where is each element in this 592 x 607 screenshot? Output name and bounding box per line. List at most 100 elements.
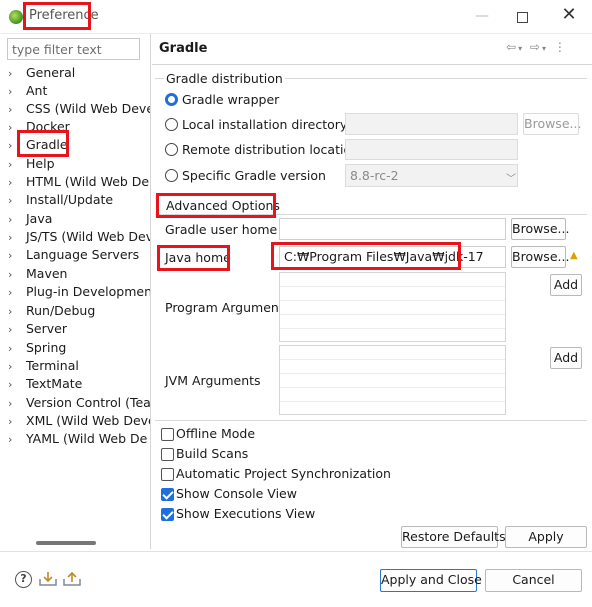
tree-item-java[interactable]: › Java xyxy=(8,210,52,228)
apply-and-close-button[interactable]: Apply and Close xyxy=(380,569,482,592)
radio-specific-version[interactable] xyxy=(165,169,178,182)
tree-item-help[interactable]: › Help xyxy=(8,155,55,173)
checkbox-build-scans[interactable] xyxy=(161,448,174,461)
tree-item-ant[interactable]: › Ant xyxy=(8,82,47,100)
preference-tree: › General › Ant › CSS (Wild Web Deve › Docke… xyxy=(0,62,150,547)
back-arrow-icon[interactable]: ⇦ xyxy=(506,40,518,54)
jvm-arguments-list[interactable] xyxy=(279,345,506,415)
radio-local-installation[interactable] xyxy=(165,118,178,131)
chevron-right-icon: › xyxy=(8,121,13,134)
tree-item-textmate[interactable]: › TextMate xyxy=(8,375,82,393)
label-offline-mode[interactable]: Offline Mode xyxy=(176,426,255,441)
list-row xyxy=(280,374,505,388)
chevron-right-icon: › xyxy=(8,433,13,446)
gradle-version-select[interactable]: 8.8-rc-2 xyxy=(345,164,518,187)
tree-item-general[interactable]: › General xyxy=(8,64,75,82)
eclipse-app-icon xyxy=(9,10,23,24)
chevron-right-icon: › xyxy=(8,249,13,262)
add-jvm-argument-button[interactable]: Add xyxy=(550,347,582,369)
radio-remote-distribution[interactable] xyxy=(165,143,178,156)
tree-item-xml[interactable]: › XML (Wild Web Deve xyxy=(8,412,150,430)
tree-horizontal-scrollbar[interactable] xyxy=(36,541,96,545)
chevron-right-icon: › xyxy=(8,286,13,299)
list-row xyxy=(280,346,505,360)
checkbox-show-console-view[interactable] xyxy=(161,488,174,501)
chevron-right-icon: › xyxy=(8,139,13,152)
tree-item-jsts[interactable]: › JS/TS (Wild Web Dev xyxy=(8,228,150,246)
chevron-right-icon: › xyxy=(8,231,13,244)
add-program-argument-button[interactable]: Add xyxy=(550,274,582,296)
forward-arrow-icon[interactable]: ⇨ xyxy=(530,40,542,54)
minimize-button[interactable]: — xyxy=(475,8,489,24)
maximize-button[interactable] xyxy=(513,8,531,26)
browse-user-home-button[interactable]: Browse... xyxy=(511,218,569,240)
help-icon[interactable]: ? xyxy=(15,571,32,588)
list-row xyxy=(280,301,505,315)
pane-divider[interactable] xyxy=(150,34,151,549)
view-menu-icon[interactable]: ⋮ xyxy=(554,40,568,54)
import-icon[interactable] xyxy=(39,571,57,587)
chevron-right-icon: › xyxy=(8,415,13,428)
remote-location-input[interactable] xyxy=(345,139,518,160)
label-auto-sync[interactable]: Automatic Project Synchronization xyxy=(176,466,391,481)
tree-item-server[interactable]: › Server xyxy=(8,320,67,338)
advanced-options-legend: Advanced Options xyxy=(164,198,282,213)
tree-item-run-debug[interactable]: › Run/Debug xyxy=(8,302,95,320)
back-menu-chevron-icon[interactable]: ▾ xyxy=(518,44,524,53)
list-row xyxy=(280,315,505,329)
label-program-arguments: Program Arguments xyxy=(165,300,291,315)
tree-item-docker[interactable]: › Docker xyxy=(8,118,70,136)
tree-item-language-servers[interactable]: › Language Servers xyxy=(8,246,139,264)
checkbox-auto-sync[interactable] xyxy=(161,468,174,481)
label-remote-distribution[interactable]: Remote distribution location xyxy=(182,142,359,157)
tree-item-css[interactable]: › CSS (Wild Web Deve xyxy=(8,100,150,118)
window-title: Preference xyxy=(29,8,99,23)
tree-item-spring[interactable]: › Spring xyxy=(8,339,66,357)
checkbox-offline-mode[interactable] xyxy=(161,428,174,441)
tree-item-maven[interactable]: › Maven xyxy=(8,265,67,283)
warning-icon: ▲ xyxy=(570,250,578,261)
tree-item-plugin-dev[interactable]: › Plug-in Developmen xyxy=(8,283,150,301)
local-directory-input[interactable] xyxy=(345,113,518,135)
chevron-right-icon: › xyxy=(8,176,13,189)
maximize-icon xyxy=(516,11,528,23)
radio-gradle-wrapper[interactable] xyxy=(165,93,178,106)
program-arguments-list[interactable] xyxy=(279,272,506,342)
chevron-down-icon: ﹀ xyxy=(506,174,516,185)
checkbox-show-executions-view[interactable] xyxy=(161,508,174,521)
list-row xyxy=(280,388,505,402)
label-show-console-view[interactable]: Show Console View xyxy=(176,486,297,501)
chevron-right-icon: › xyxy=(8,213,13,226)
tree-item-install-update[interactable]: › Install/Update xyxy=(8,191,113,209)
export-icon[interactable] xyxy=(63,571,81,587)
tree-item-gradle[interactable]: › Gradle xyxy=(8,136,68,154)
label-show-executions-view[interactable]: Show Executions View xyxy=(176,506,315,521)
list-row xyxy=(280,360,505,374)
browse-java-home-button[interactable]: Browse... xyxy=(511,246,569,268)
close-button[interactable]: ✕ xyxy=(559,5,579,25)
label-local-installation[interactable]: Local installation directory xyxy=(182,117,347,132)
chevron-right-icon: › xyxy=(8,323,13,336)
footer-separator xyxy=(0,551,592,552)
tree-item-terminal[interactable]: › Terminal xyxy=(8,357,79,375)
tree-item-html[interactable]: › HTML (Wild Web De xyxy=(8,173,149,191)
browse-local-button[interactable]: Browse... xyxy=(523,113,581,135)
tree-item-version-control[interactable]: › Version Control (Tea xyxy=(8,394,150,412)
tree-item-yaml[interactable]: › YAML (Wild Web De xyxy=(8,430,147,448)
label-specific-version[interactable]: Specific Gradle version xyxy=(182,168,326,183)
label-gradle-wrapper[interactable]: Gradle wrapper xyxy=(182,92,279,107)
label-build-scans[interactable]: Build Scans xyxy=(176,446,248,461)
page-navigation[interactable]: ⇦▾ ⇨▾ ⋮ xyxy=(506,40,568,54)
page-title: Gradle xyxy=(159,41,208,56)
filter-input[interactable] xyxy=(7,38,140,60)
header-separator xyxy=(152,64,592,65)
list-row xyxy=(280,287,505,301)
apply-button[interactable]: Apply xyxy=(505,526,587,548)
gradle-user-home-input[interactable] xyxy=(279,218,506,240)
restore-defaults-button[interactable]: Restore Defaults xyxy=(401,526,506,548)
advanced-options-group-bottom xyxy=(155,420,587,421)
cancel-button[interactable]: Cancel xyxy=(485,569,582,592)
java-home-input[interactable]: C:₩Program Files₩Java₩jdk-17 xyxy=(279,246,506,268)
gradle-distribution-legend: Gradle distribution xyxy=(164,71,285,86)
forward-menu-chevron-icon[interactable]: ▾ xyxy=(542,44,548,53)
